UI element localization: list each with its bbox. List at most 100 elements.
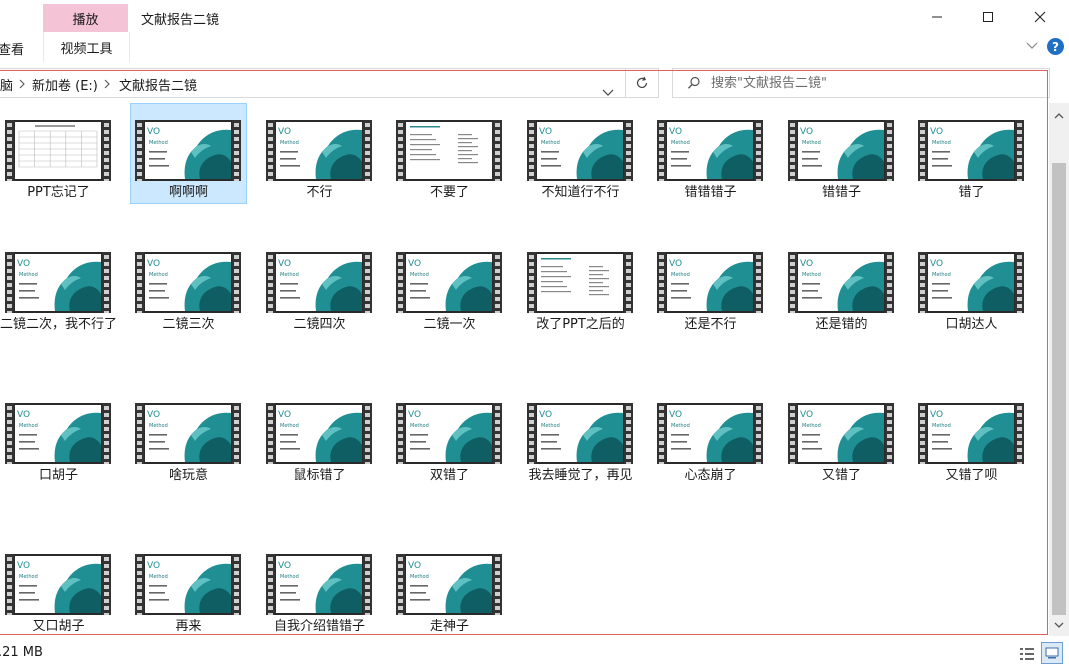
file-item[interactable]: 改了PPT之后的 [522, 235, 639, 355]
minimize-button[interactable] [914, 4, 960, 30]
svg-text:Method: Method [932, 140, 951, 146]
file-item[interactable]: VO Method 啥玩意 [130, 386, 247, 506]
large-icons-view-icon [1045, 647, 1059, 659]
file-name: 鼠标错了 [293, 468, 346, 483]
video-thumbnail-icon: VO Method [918, 120, 1024, 181]
file-name: 还是错的 [815, 317, 868, 332]
file-name: 又错了 [821, 468, 861, 483]
file-item[interactable]: VO Method 不知道行不行 [522, 103, 639, 223]
file-name: 错错错子 [684, 185, 737, 200]
file-name: 又口胡子 [32, 619, 85, 634]
video-thumbnail-icon: VO Method [918, 403, 1024, 464]
file-name: 错了 [958, 185, 985, 200]
file-item[interactable]: VO Method 不行 [261, 103, 378, 223]
video-thumbnail-icon: VO Method [788, 252, 894, 313]
file-name: 口胡子 [38, 468, 78, 483]
address-history-dropdown[interactable] [602, 82, 614, 101]
video-thumbnail-icon: VO Method [527, 403, 633, 464]
file-list[interactable]: PPT忘记了 VO Method 啊啊啊 VO Method 不行 不要了 VO Method 不知… [0, 103, 1048, 636]
breadcrumb-separator-icon[interactable] [103, 69, 111, 99]
file-item[interactable]: VO Method 心态崩了 [652, 386, 769, 506]
svg-text:Method: Method [149, 140, 168, 146]
svg-text:VO: VO [408, 259, 421, 269]
tab-video-tools[interactable]: 视频工具 [43, 32, 130, 62]
video-thumbnail-icon [5, 120, 111, 181]
file-name: 不要了 [429, 185, 469, 200]
file-item[interactable]: VO Method 二镜三次 [130, 235, 247, 355]
svg-text:VO: VO [408, 410, 421, 420]
file-item[interactable]: VO Method 错错错子 [652, 103, 769, 223]
svg-text:Method: Method [932, 423, 951, 429]
video-thumbnail-icon: VO Method [657, 252, 763, 313]
breadcrumb-item-drive[interactable]: 新加卷 (E:) [32, 69, 98, 99]
file-item[interactable]: VO Method 又错了呗 [913, 386, 1030, 506]
svg-text:VO: VO [17, 561, 30, 571]
svg-text:Method: Method [280, 272, 299, 278]
help-button[interactable]: ? [1047, 38, 1064, 55]
video-thumbnail-icon: VO Method [266, 252, 372, 313]
video-thumbnail-icon: VO Method [918, 252, 1024, 313]
tab-view[interactable]: 查看 [0, 39, 24, 58]
file-item[interactable]: VO Method 啊啊啊 [130, 103, 247, 204]
file-item[interactable]: VO Method 错错子 [783, 103, 900, 223]
svg-text:VO: VO [539, 127, 552, 137]
file-item[interactable]: VO Method 还是错的 [783, 235, 900, 355]
svg-text:VO: VO [278, 410, 291, 420]
scrollbar-thumb[interactable] [1052, 163, 1066, 615]
svg-text:VO: VO [930, 259, 943, 269]
breadcrumb-separator-icon[interactable] [18, 69, 26, 99]
file-name: 再来 [175, 619, 202, 634]
file-item[interactable]: VO Method 双错了 [391, 386, 508, 506]
search-input[interactable] [711, 71, 1041, 95]
svg-text:VO: VO [147, 410, 160, 420]
file-item[interactable]: VO Method 二镜四次 [261, 235, 378, 355]
ribbon-collapse-button[interactable] [1024, 38, 1040, 54]
svg-text:Method: Method [541, 140, 560, 146]
svg-text:VO: VO [669, 127, 682, 137]
file-name: 走神子 [429, 619, 469, 634]
file-item[interactable]: VO Method 二镜一次 [391, 235, 508, 355]
chevron-down-icon [602, 89, 614, 96]
file-item[interactable]: VO Method 鼠标错了 [261, 386, 378, 506]
file-item[interactable]: VO Method 自我介绍错错子 [261, 537, 378, 636]
video-thumbnail-icon: VO Method [266, 403, 372, 464]
file-name: 口胡达人 [945, 317, 998, 332]
file-name: 二镜二次，我不行了 [0, 317, 118, 332]
scroll-up-button[interactable] [1049, 107, 1069, 124]
breadcrumb-item-pc[interactable]: 脑 [0, 69, 13, 99]
file-item[interactable]: VO Method 口胡子 [0, 386, 117, 506]
file-item[interactable]: VO Method 口胡达人 [913, 235, 1030, 355]
video-thumbnail-icon [396, 120, 502, 181]
video-thumbnail-icon: VO Method [788, 120, 894, 181]
large-icons-view-button[interactable] [1041, 642, 1063, 664]
close-button[interactable] [1017, 4, 1063, 30]
details-view-button[interactable] [1017, 644, 1037, 664]
file-item[interactable]: VO Method 又错了 [783, 386, 900, 506]
refresh-button[interactable] [625, 68, 659, 98]
file-item[interactable]: VO Method 还是不行 [652, 235, 769, 355]
video-thumbnail-icon: VO Method [527, 120, 633, 181]
file-item[interactable]: VO Method 我去睡觉了，再见 [522, 386, 639, 506]
breadcrumb[interactable]: 脑 新加卷 (E:) 文献报告二镜 [0, 68, 625, 98]
svg-text:VO: VO [278, 259, 291, 269]
svg-text:Method: Method [802, 140, 821, 146]
scroll-down-button[interactable] [1049, 617, 1069, 634]
file-item[interactable]: VO Method 又口胡子 [0, 537, 117, 636]
file-item[interactable]: 不要了 [391, 103, 508, 223]
video-thumbnail-icon: VO Method [135, 252, 241, 313]
file-item[interactable]: PPT忘记了 [0, 103, 117, 223]
svg-text:Method: Method [671, 423, 690, 429]
file-item[interactable]: VO Method 再来 [130, 537, 247, 636]
file-item[interactable]: VO Method 二镜二次，我不行了 [0, 235, 117, 355]
file-item[interactable]: VO Method 错了 [913, 103, 1030, 223]
file-item[interactable]: VO Method 走神子 [391, 537, 508, 636]
video-thumbnail-icon: VO Method [657, 120, 763, 181]
search-box[interactable] [672, 68, 1050, 98]
vertical-scrollbar[interactable] [1049, 103, 1069, 636]
breadcrumb-item-folder[interactable]: 文献报告二镜 [119, 69, 197, 99]
tab-play[interactable]: 播放 [43, 4, 128, 32]
chevron-down-icon [1054, 622, 1064, 628]
file-name: 还是不行 [684, 317, 737, 332]
maximize-button[interactable] [965, 4, 1011, 30]
file-name: 我去睡觉了，再见 [528, 468, 633, 483]
